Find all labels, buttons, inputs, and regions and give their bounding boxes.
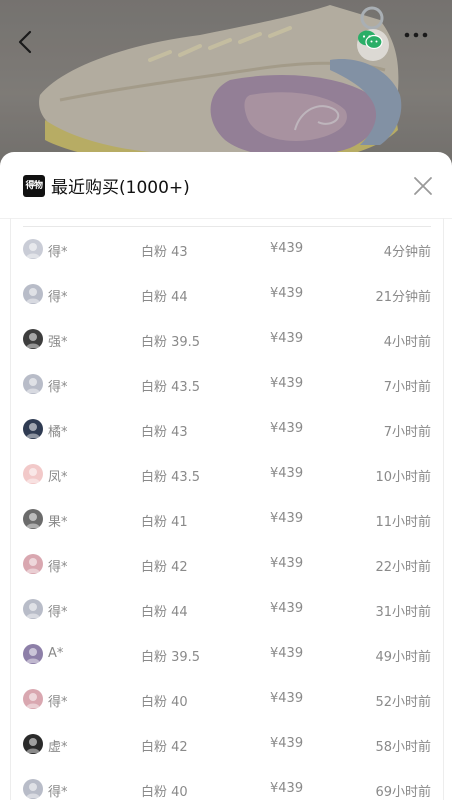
user-avatar — [23, 779, 43, 799]
recent-purchases-sheet: 得物 最近购买(1000+) 得* 白粉 43 ¥439 4分钟前 得* 白粉 44 ¥43… — [0, 152, 452, 800]
purchase-price: ¥439 — [270, 781, 304, 796]
product-spec: 白粉 43 — [141, 425, 188, 440]
buyer-name: 得* — [48, 245, 68, 260]
close-button[interactable] — [412, 175, 434, 197]
purchase-row: 得* 白粉 40 ¥439 69小时前 — [11, 767, 443, 800]
purchase-history-screen: 得物 最近购买(1000+) 得* 白粉 43 ¥439 4分钟前 得* 白粉 44 ¥43… — [0, 0, 452, 800]
product-spec: 白粉 40 — [141, 785, 188, 800]
product-spec: 白粉 42 — [141, 560, 188, 575]
user-avatar — [23, 509, 43, 529]
more-button[interactable] — [404, 32, 440, 60]
sheet-title: 最近购买(1000+) — [51, 178, 190, 198]
buyer-name: 得* — [48, 695, 68, 710]
purchase-time: 4分钟前 — [383, 245, 431, 260]
buyer-name: 果* — [48, 515, 68, 530]
buyer-name: 凤* — [48, 470, 68, 485]
buyer-name: 得* — [48, 380, 68, 395]
product-spec: 白粉 44 — [141, 290, 188, 305]
purchase-price: ¥439 — [270, 376, 304, 391]
purchase-price: ¥439 — [270, 241, 304, 256]
purchase-price: ¥439 — [270, 601, 304, 616]
purchase-row: 得* 白粉 44 ¥439 31小时前 — [11, 587, 443, 632]
wechat-icon — [358, 30, 383, 50]
user-avatar — [23, 239, 43, 259]
user-avatar — [23, 599, 43, 619]
purchase-price: ¥439 — [270, 691, 304, 706]
purchase-price: ¥439 — [270, 736, 304, 751]
product-spec: 白粉 41 — [141, 515, 188, 530]
purchase-row: 果* 白粉 41 ¥439 11小时前 — [11, 497, 443, 542]
purchase-time: 10小时前 — [375, 470, 431, 485]
user-avatar — [23, 329, 43, 349]
more-horizontal-icon — [404, 32, 428, 38]
purchase-time: 49小时前 — [375, 650, 431, 665]
purchase-row: 得* 白粉 44 ¥439 21分钟前 — [11, 272, 443, 317]
user-avatar — [23, 374, 43, 394]
chevron-left-icon — [18, 30, 32, 54]
purchase-price: ¥439 — [270, 556, 304, 571]
user-avatar — [23, 644, 43, 664]
product-spec: 白粉 42 — [141, 740, 188, 755]
product-spec: 白粉 39.5 — [141, 650, 201, 665]
purchase-time: 22小时前 — [375, 560, 431, 575]
buyer-name: 得* — [48, 290, 68, 305]
user-avatar — [23, 419, 43, 439]
purchase-row: 凤* 白粉 43.5 ¥439 10小时前 — [11, 452, 443, 497]
purchase-time: 4小时前 — [383, 335, 431, 350]
purchase-price: ¥439 — [270, 331, 304, 346]
product-image-backdrop — [0, 0, 452, 170]
purchase-row: 虚* 白粉 42 ¥439 58小时前 — [11, 722, 443, 767]
product-spec: 白粉 44 — [141, 605, 188, 620]
purchase-price: ¥439 — [270, 286, 304, 301]
purchase-time: 21分钟前 — [375, 290, 431, 305]
purchase-time: 31小时前 — [375, 605, 431, 620]
buyer-name: 得* — [48, 605, 68, 620]
purchase-row: 得* 白粉 42 ¥439 22小时前 — [11, 542, 443, 587]
buyer-name: 橘* — [48, 425, 68, 440]
product-spec: 白粉 40 — [141, 695, 188, 710]
buyer-name: 得* — [48, 560, 68, 575]
buyer-name: 得* — [48, 785, 68, 800]
brand-logo: 得物 — [23, 175, 45, 197]
purchase-time: 11小时前 — [375, 515, 431, 530]
purchase-list[interactable]: 得* 白粉 43 ¥439 4分钟前 得* 白粉 44 ¥439 21分钟前 强* 白粉 39.5… — [10, 218, 444, 800]
purchase-row: 得* 白粉 40 ¥439 52小时前 — [11, 677, 443, 722]
purchase-time: 69小时前 — [375, 785, 431, 800]
user-avatar — [23, 689, 43, 709]
purchase-price: ¥439 — [270, 646, 304, 661]
purchase-time: 52小时前 — [375, 695, 431, 710]
product-spec: 白粉 43 — [141, 245, 188, 260]
close-icon — [414, 177, 432, 195]
purchase-time: 58小时前 — [375, 740, 431, 755]
back-button[interactable] — [18, 30, 48, 60]
purchase-price: ¥439 — [270, 466, 304, 481]
user-avatar — [23, 554, 43, 574]
purchase-price: ¥439 — [270, 511, 304, 526]
purchase-row: A* 白粉 39.5 ¥439 49小时前 — [11, 632, 443, 677]
buyer-name: A* — [48, 646, 64, 661]
sheet-header: 得物 最近购买(1000+) — [0, 152, 452, 219]
buyer-name: 虚* — [48, 740, 68, 755]
product-spec: 白粉 43.5 — [141, 470, 201, 485]
user-avatar — [23, 284, 43, 304]
wechat-share-button[interactable] — [357, 29, 389, 61]
user-avatar — [23, 734, 43, 754]
purchase-row: 强* 白粉 39.5 ¥439 4小时前 — [11, 317, 443, 362]
purchase-row: 得* 白粉 43.5 ¥439 7小时前 — [11, 362, 443, 407]
user-avatar — [23, 464, 43, 484]
purchase-time: 7小时前 — [383, 380, 431, 395]
hero-dim-overlay — [0, 0, 452, 170]
product-spec: 白粉 43.5 — [141, 380, 201, 395]
purchase-price: ¥439 — [270, 421, 304, 436]
product-spec: 白粉 39.5 — [141, 335, 201, 350]
purchase-time: 7小时前 — [383, 425, 431, 440]
purchase-row: 得* 白粉 43 ¥439 4分钟前 — [11, 227, 443, 272]
buyer-name: 强* — [48, 335, 68, 350]
purchase-row: 橘* 白粉 43 ¥439 7小时前 — [11, 407, 443, 452]
